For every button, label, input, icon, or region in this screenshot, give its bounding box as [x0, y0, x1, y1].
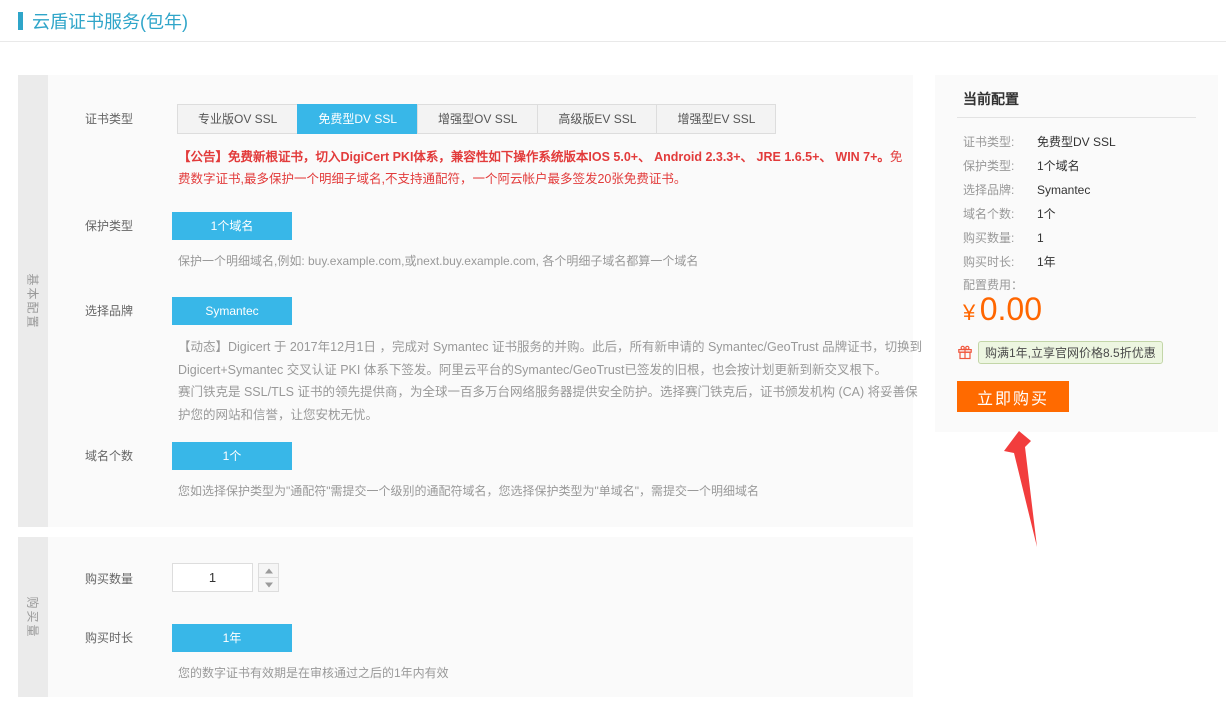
summary-label: 购买数量: [963, 229, 1037, 246]
tab-advanced-ev-ssl[interactable]: 高级版EV SSL [537, 104, 657, 134]
domain-count-option-button[interactable]: 1个 [172, 442, 292, 470]
summary-value: 1年 [1037, 255, 1056, 269]
promo-badge: 购满1年,立享官网价格8.5折优惠 [978, 341, 1163, 364]
summary-label: 域名个数: [963, 205, 1037, 222]
page-title: 云盾证书服务(包年) [32, 8, 188, 34]
brand-description: 【动态】Digicert 于 2017年12月1日 ，完成对 Symantec … [178, 336, 926, 426]
summary-label: 证书类型: [963, 133, 1037, 150]
tab-enhanced-ov-ssl[interactable]: 增强型OV SSL [417, 104, 538, 134]
tab-free-dv-ssl[interactable]: 免费型DV SSL [297, 104, 418, 134]
domain-count-help: 您如选择保护类型为"通配符"需提交一个级别的通配符域名，您选择保护类型为"单域名… [178, 481, 923, 501]
buy-now-button[interactable]: 立即购买 [957, 381, 1069, 412]
quantity-decrement-button[interactable] [258, 577, 279, 592]
currency-symbol: ¥ [963, 300, 975, 325]
summary-value: 1个 [1037, 207, 1056, 221]
duration-label: 购买时长 [85, 629, 133, 646]
summary-value: 免费型DV SSL [1037, 135, 1116, 149]
tab-enhanced-ev-ssl[interactable]: 增强型EV SSL [656, 104, 776, 134]
chevron-down-icon [265, 582, 273, 587]
purchase-section: 购买量 购买数量 购买时长 1年 您的数字证书有效期是在审核通过之后的1年内有效 [18, 537, 913, 697]
quantity-row [48, 563, 913, 592]
cert-type-tabs: 专业版OV SSL 免费型DV SSL 增强型OV SSL 高级版EV SSL … [178, 104, 776, 134]
protect-type-option-button[interactable]: 1个域名 [172, 212, 292, 240]
cert-type-label: 证书类型 [85, 104, 133, 134]
quantity-increment-button[interactable] [258, 563, 279, 577]
current-config-panel: 当前配置 证书类型:免费型DV SSL 保护类型:1个域名 选择品牌:Syman… [935, 75, 1218, 432]
summary-row-protect-type: 保护类型:1个域名 [963, 157, 1203, 174]
summary-row-brand: 选择品牌:Symantec [963, 181, 1203, 198]
gift-icon [957, 345, 973, 361]
brand-dynamic-notice: 【动态】Digicert 于 2017年12月1日 ，完成对 Symantec … [178, 336, 926, 381]
domain-count-label: 域名个数 [85, 447, 133, 464]
summary-row-duration: 购买时长:1年 [963, 253, 1203, 270]
header-divider [0, 41, 1226, 42]
title-accent-bar [18, 12, 23, 30]
tab-professional-ov-ssl[interactable]: 专业版OV SSL [177, 104, 298, 134]
cert-type-announcement: 【公告】免费新根证书，切入DigiCert PKI体系，兼容性如下操作系统版本I… [178, 146, 913, 190]
basic-config-content: 证书类型 专业版OV SSL 免费型DV SSL 增强型OV SSL 高级版EV… [48, 75, 913, 527]
protect-type-help: 保护一个明细域名,例如: buy.example.com,或next.buy.e… [178, 251, 923, 271]
quantity-stepper [258, 563, 279, 592]
chevron-up-icon [265, 568, 273, 573]
summary-divider [957, 117, 1196, 118]
summary-label: 保护类型: [963, 157, 1037, 174]
duration-help: 您的数字证书有效期是在审核通过之后的1年内有效 [178, 663, 923, 683]
protect-type-label: 保护类型 [85, 217, 133, 234]
promo-line: 购满1年,立享官网价格8.5折优惠 [957, 341, 1163, 364]
annotation-arrow-icon [990, 425, 1050, 555]
purchase-side-strip: 购买量 [18, 537, 48, 697]
duration-option-button[interactable]: 1年 [172, 624, 292, 652]
summary-row-domain-count: 域名个数:1个 [963, 205, 1203, 222]
current-config-title: 当前配置 [963, 89, 1019, 109]
quantity-input[interactable] [172, 563, 253, 592]
price: ¥ 0.00 [963, 291, 1042, 328]
summary-value: 1 [1037, 231, 1044, 245]
purchase-side-label: 购买量 [25, 596, 42, 638]
summary-row-quantity: 购买数量:1 [963, 229, 1203, 246]
purchase-content: 购买数量 购买时长 1年 您的数字证书有效期是在审核通过之后的1年内有效 [48, 537, 913, 697]
summary-label: 选择品牌: [963, 181, 1037, 198]
announcement-bold-text: 【公告】免费新根证书，切入DigiCert PKI体系，兼容性如下操作系统版本I… [178, 150, 890, 164]
page-header: 云盾证书服务(包年) [18, 8, 188, 34]
summary-value: 1个域名 [1037, 159, 1080, 173]
basic-config-side-strip: 基本配置 [18, 75, 48, 527]
summary-row-cert-type: 证书类型:免费型DV SSL [963, 133, 1203, 150]
summary-label: 购买时长: [963, 253, 1037, 270]
brand-option-button[interactable]: Symantec [172, 297, 292, 325]
brand-label: 选择品牌 [85, 302, 133, 319]
page: 云盾证书服务(包年) 基本配置 证书类型 专业版OV SSL 免费型DV SSL… [0, 0, 1226, 701]
basic-config-side-label: 基本配置 [25, 273, 42, 329]
brand-symantec-desc: 赛门铁克是 SSL/TLS 证书的领先提供商，为全球一百多万台网络服务器提供安全… [178, 381, 926, 426]
price-amount: 0.00 [980, 291, 1042, 327]
summary-value: Symantec [1037, 183, 1090, 197]
basic-config-section: 基本配置 证书类型 专业版OV SSL 免费型DV SSL 增强型OV SSL … [18, 75, 913, 527]
